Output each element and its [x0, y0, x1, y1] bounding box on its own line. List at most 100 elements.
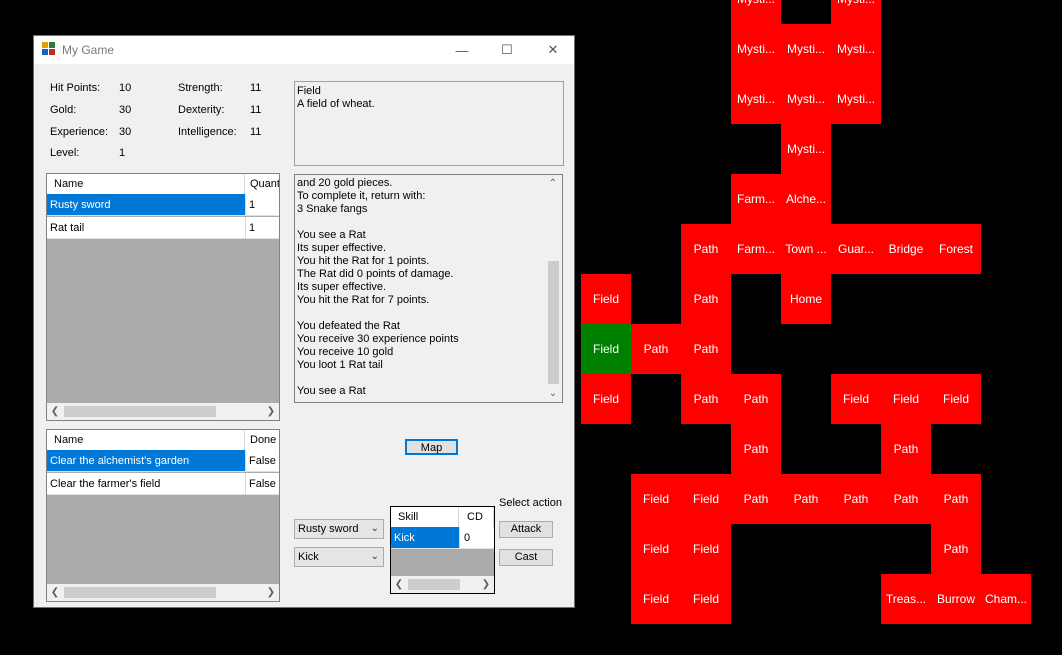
log-line: Its super effective.: [297, 281, 387, 293]
intelligence-value: 11: [250, 126, 262, 138]
location-box[interactable]: Field A field of wheat.: [294, 81, 564, 166]
map-tile: Treas...: [881, 574, 931, 624]
inventory-col-name[interactable]: Name: [47, 174, 245, 194]
map-tile: Mysti...: [781, 24, 831, 74]
skills-hscrollbar[interactable]: ❮ ❯: [391, 576, 494, 593]
log-line: To complete it, return with:: [297, 190, 426, 202]
quests-hscrollbar[interactable]: ❮ ❯: [47, 584, 279, 601]
strength-label: Strength:: [178, 82, 223, 94]
inventory-row-name[interactable]: Rusty sword: [47, 194, 245, 216]
map-tile: Path: [831, 474, 881, 524]
skill-row-name[interactable]: Kick: [391, 527, 459, 549]
window-title: My Game: [62, 43, 115, 57]
scroll-thumb[interactable]: [548, 261, 559, 384]
inventory-header: Name Quant: [47, 174, 279, 195]
skill-select[interactable]: Kick ⌄: [294, 547, 384, 567]
map-tile: Field: [631, 524, 681, 574]
scroll-thumb[interactable]: [408, 579, 460, 590]
chevron-down-icon[interactable]: ⌄: [371, 520, 379, 538]
inventory-col-qty[interactable]: Quant: [245, 174, 279, 194]
quest-row-name[interactable]: Clear the farmer's field: [47, 473, 245, 495]
scroll-left-icon[interactable]: ❮: [47, 584, 63, 601]
map-tile: Path: [931, 474, 981, 524]
weapon-select[interactable]: Rusty sword ⌄: [294, 519, 384, 539]
inventory-row-qty[interactable]: 1: [245, 217, 279, 239]
map-tile: Mysti...: [831, 0, 881, 24]
map-tile: Path: [881, 424, 931, 474]
maximize-button[interactable]: ☐: [484, 36, 530, 64]
map-tile: Mysti...: [781, 74, 831, 124]
map-tile: Path: [681, 224, 731, 274]
map-tile: Path: [681, 374, 731, 424]
app-icon: [42, 42, 56, 56]
log-line: You receive 30 experience points: [297, 333, 459, 345]
quests-col-name[interactable]: Name: [47, 430, 245, 450]
skill-row-cd[interactable]: 0: [459, 527, 494, 549]
scroll-left-icon[interactable]: ❮: [391, 576, 407, 593]
quest-row-done[interactable]: False: [245, 450, 279, 472]
map-tile: Field: [631, 574, 681, 624]
attack-button[interactable]: Attack: [499, 521, 553, 538]
map-tile: Field: [831, 374, 881, 424]
log-line: You hit the Rat for 7 points.: [297, 294, 430, 306]
quests-grid[interactable]: Name Done Clear the alchemist's garden F…: [46, 429, 280, 602]
title-bar[interactable]: My Game — ☐ ✕: [34, 36, 574, 64]
log-line: You see a Rat: [297, 385, 366, 397]
map-tile: Path: [881, 474, 931, 524]
message-log[interactable]: and 20 gold pieces. To complete it, retur…: [294, 174, 563, 403]
location-name: Field: [297, 85, 321, 97]
chevron-down-icon[interactable]: ⌄: [371, 548, 379, 566]
map-tile: Field: [681, 574, 731, 624]
map-tile: Field: [581, 274, 631, 324]
inventory-hscrollbar[interactable]: ❮ ❯: [47, 403, 279, 420]
map-tile: Field: [681, 474, 731, 524]
location-description: A field of wheat.: [297, 98, 375, 110]
scroll-down-icon[interactable]: ⌄: [545, 385, 561, 402]
map-tile: Path: [731, 374, 781, 424]
map-tile: Burrow: [931, 574, 981, 624]
scroll-thumb[interactable]: [64, 406, 216, 417]
gold-value: 30: [119, 104, 132, 116]
quests-col-done[interactable]: Done: [245, 430, 279, 450]
level-label: Level:: [50, 147, 80, 159]
log-line: The Rat did 0 points of damage.: [297, 268, 454, 280]
close-button[interactable]: ✕: [530, 36, 576, 64]
quest-row-name[interactable]: Clear the alchemist's garden: [47, 450, 245, 472]
inventory-row-qty[interactable]: 1: [245, 194, 279, 216]
log-line: 3 Snake fangs: [297, 203, 368, 215]
cast-button[interactable]: Cast: [499, 549, 553, 566]
skills-col-skill[interactable]: Skill: [391, 507, 459, 527]
experience-label: Experience:: [50, 126, 109, 138]
quest-row-done[interactable]: False: [245, 473, 279, 495]
log-line: You loot 1 Rat tail: [297, 359, 383, 371]
skills-col-cd[interactable]: CD: [459, 507, 494, 527]
intelligence-label: Intelligence:: [178, 126, 237, 138]
inventory-grid[interactable]: Name Quant Rusty sword 1 Rat tail 1 ❮ ❯: [46, 173, 280, 421]
game-window: My Game — ☐ ✕ Hit Points: 10 Gold: 30 Ex…: [33, 35, 575, 608]
map-tile: Bridge: [881, 224, 931, 274]
scroll-right-icon[interactable]: ❯: [263, 403, 279, 420]
experience-value: 30: [119, 126, 132, 138]
map-tile: Path: [681, 324, 731, 374]
map-button[interactable]: Map: [405, 439, 458, 455]
map-tile: Field: [681, 524, 731, 574]
map-tile: Cham...: [981, 574, 1031, 624]
map-tile: Path: [681, 274, 731, 324]
scroll-left-icon[interactable]: ❮: [47, 403, 63, 420]
inventory-row-name[interactable]: Rat tail: [47, 217, 245, 239]
scroll-right-icon[interactable]: ❯: [263, 584, 279, 601]
log-line: You defeated the Rat: [297, 320, 400, 332]
log-vscrollbar[interactable]: ⌃ ⌄: [545, 175, 562, 402]
log-line: and 20 gold pieces.: [297, 177, 393, 189]
map-tile: Path: [931, 524, 981, 574]
scroll-right-icon[interactable]: ❯: [478, 576, 494, 593]
level-value: 1: [119, 147, 126, 159]
select-action-label: Select action: [499, 497, 562, 509]
map-tile: Farm...: [731, 174, 781, 224]
map-tile: Mysti...: [731, 0, 781, 24]
minimize-button[interactable]: —: [439, 36, 485, 64]
skills-grid[interactable]: Skill CD Kick 0 ❮ ❯: [390, 506, 495, 594]
scroll-up-icon[interactable]: ⌃: [545, 175, 561, 192]
map-tile: Forest: [931, 224, 981, 274]
scroll-thumb[interactable]: [64, 587, 216, 598]
